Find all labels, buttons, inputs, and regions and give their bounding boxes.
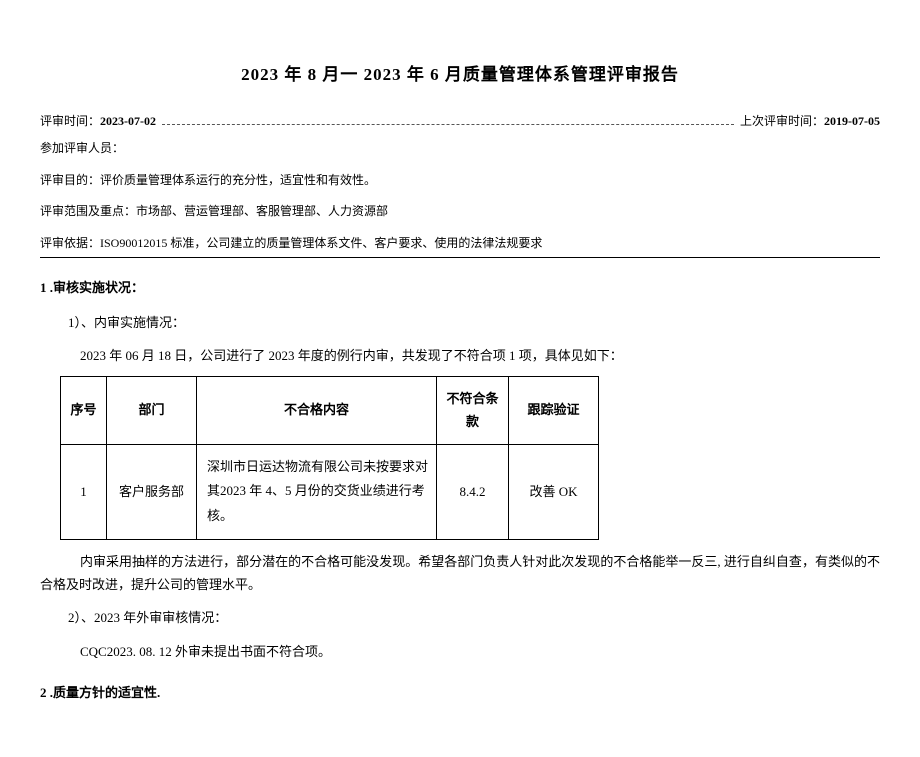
cell-content: 深圳市日运达物流有限公司未按要求对其2023 年 4、5 月份的交货业绩进行考核… bbox=[197, 444, 437, 539]
nonconformity-table: 序号 部门 不合格内容 不符合条款 跟踪验证 1 客户服务部 深圳市日运达物流有… bbox=[60, 376, 599, 540]
th-content: 不合格内容 bbox=[197, 376, 437, 444]
scope-value: 市场部、营运管理部、客服管理部、人力资源部 bbox=[136, 204, 388, 218]
last-review-value: 2019-07-05 bbox=[824, 114, 880, 128]
purpose-line: 评审目的：评价质量管理体系运行的充分性，适宜性和有效性。 bbox=[40, 170, 880, 192]
th-clause: 不符合条款 bbox=[437, 376, 509, 444]
last-review-label: 上次评审时间： bbox=[740, 114, 824, 128]
basis-line: 评审依据：ISO90012015 标准，公司建立的质量管理体系文件、客户要求、使… bbox=[40, 233, 880, 258]
participants-line: 参加评审人员： bbox=[40, 138, 880, 160]
review-time-value: 2023-07-02 bbox=[100, 114, 156, 128]
participants-label: 参加评审人员： bbox=[40, 141, 124, 155]
last-review-label-value: 上次评审时间：2019-07-05 bbox=[740, 111, 880, 133]
section-1-1-note: 内审采用抽样的方法进行，部分潜在的不合格可能没发现。希望各部门负责人针对此次发现… bbox=[40, 550, 880, 597]
purpose-value: 评价质量管理体系运行的充分性，适宜性和有效性。 bbox=[100, 173, 376, 187]
cell-dept: 客户服务部 bbox=[107, 444, 197, 539]
section-1-1-heading: 1）、内审实施情况： bbox=[68, 311, 880, 334]
review-time-row: 评审时间：2023-07-02 上次评审时间：2019-07-05 bbox=[40, 111, 880, 133]
basis-label: 评审依据： bbox=[40, 236, 100, 250]
scope-line: 评审范围及重点：市场部、营运管理部、客服管理部、人力资源部 bbox=[40, 201, 880, 223]
th-track: 跟踪验证 bbox=[509, 376, 599, 444]
section-1-heading: 1 .审核实施状况： bbox=[40, 276, 880, 299]
review-time-label: 评审时间： bbox=[40, 114, 100, 128]
purpose-label: 评审目的： bbox=[40, 173, 100, 187]
section-1-2-body: CQC2023. 08. 12 外审未提出书面不符合项。 bbox=[80, 640, 880, 663]
cell-track: 改善 OK bbox=[509, 444, 599, 539]
table-row: 1 客户服务部 深圳市日运达物流有限公司未按要求对其2023 年 4、5 月份的… bbox=[61, 444, 599, 539]
section-1-2-heading: 2）、2023 年外审审核情况： bbox=[68, 606, 880, 629]
th-dept: 部门 bbox=[107, 376, 197, 444]
report-title: 2023 年 8 月一 2023 年 6 月质量管理体系管理评审报告 bbox=[40, 60, 880, 91]
th-seq: 序号 bbox=[61, 376, 107, 444]
cell-clause: 8.4.2 bbox=[437, 444, 509, 539]
scope-label: 评审范围及重点： bbox=[40, 204, 136, 218]
table-header-row: 序号 部门 不合格内容 不符合条款 跟踪验证 bbox=[61, 376, 599, 444]
review-time-label-value: 评审时间：2023-07-02 bbox=[40, 111, 156, 133]
cell-seq: 1 bbox=[61, 444, 107, 539]
basis-value: ISO90012015 标准，公司建立的质量管理体系文件、客户要求、使用的法律法… bbox=[100, 236, 542, 250]
dashed-separator bbox=[162, 124, 734, 125]
section-1-1-intro: 2023 年 06 月 18 日，公司进行了 2023 年度的例行内审，共发现了… bbox=[80, 344, 880, 367]
section-2-heading: 2 .质量方针的适宜性. bbox=[40, 681, 880, 704]
